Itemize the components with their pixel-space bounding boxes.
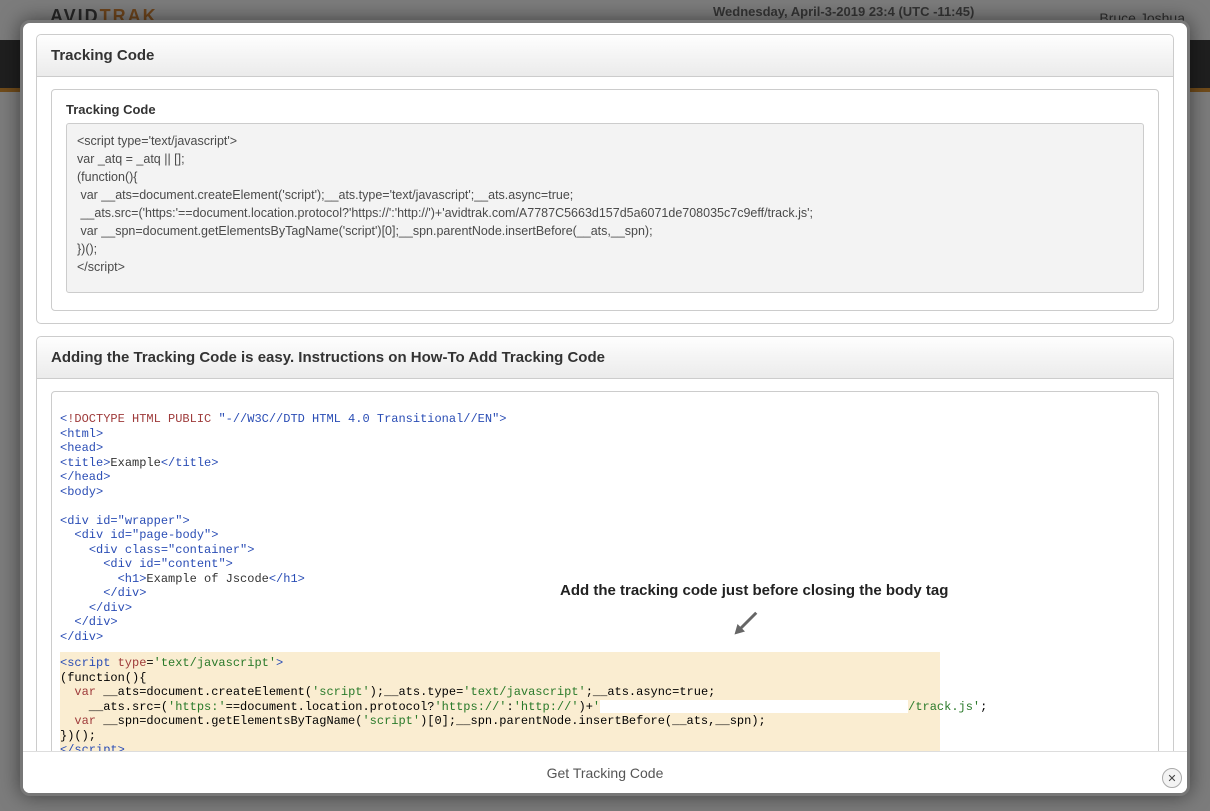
close-icon: ✕ <box>1167 772 1176 785</box>
modal-footer-text: Get Tracking Code <box>547 765 664 781</box>
panel-tracking-code-header: Tracking Code <box>37 35 1173 77</box>
tracking-code-box: Tracking Code <box>51 89 1159 311</box>
example-h1-text: Example of Jscode <box>146 572 268 586</box>
highlighted-script-block: <script type='text/javascript'> (functio… <box>60 652 940 751</box>
tracking-code-modal: Tracking Code Tracking Code Adding the T… <box>20 20 1190 796</box>
panel-tracking-code-body: Tracking Code <box>37 77 1173 323</box>
panel-instructions-header: Adding the Tracking Code is easy. Instru… <box>37 337 1173 379</box>
tracking-code-label: Tracking Code <box>66 102 1144 117</box>
example-title-text: Example <box>110 456 160 470</box>
modal-content-scroll[interactable]: Tracking Code Tracking Code Adding the T… <box>26 26 1184 751</box>
tracking-code-textarea[interactable] <box>66 123 1144 293</box>
example-html-wrap: <!DOCTYPE HTML PUBLIC "-//W3C//DTD HTML … <box>51 391 1159 751</box>
panel-instructions-body: <!DOCTYPE HTML PUBLIC "-//W3C//DTD HTML … <box>37 379 1173 751</box>
panel-tracking-code: Tracking Code Tracking Code <box>36 34 1174 324</box>
example-html-code: <!DOCTYPE HTML PUBLIC "-//W3C//DTD HTML … <box>52 412 1158 644</box>
callout-text: Add the tracking code just before closin… <box>560 582 948 599</box>
panel-instructions: Adding the Tracking Code is easy. Instru… <box>36 336 1174 751</box>
close-modal-button[interactable]: ✕ <box>1162 768 1182 788</box>
modal-footer: Get Tracking Code <box>23 751 1187 793</box>
